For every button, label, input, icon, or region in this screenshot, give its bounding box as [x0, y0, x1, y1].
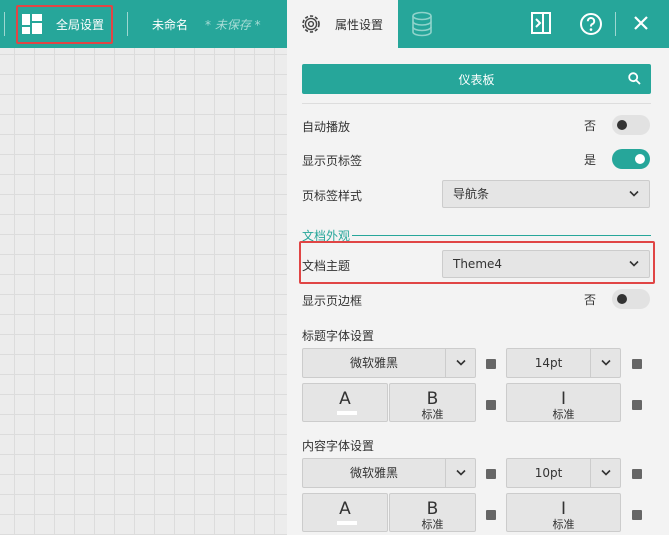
italic-state-label: 标准: [552, 408, 575, 421]
title-font-size-value: 14pt: [534, 356, 563, 370]
tab-property-settings[interactable]: 属性设置: [287, 0, 398, 48]
title-font-color-button[interactable]: A: [302, 383, 388, 422]
title-font-size-marker[interactable]: [632, 359, 642, 369]
content-font-family-value: 微软雅黑: [349, 466, 398, 480]
tab-property-settings-label: 属性设置: [335, 17, 384, 32]
database-icon: [412, 11, 432, 37]
bold-icon: B: [426, 389, 439, 409]
divider: [302, 103, 651, 104]
auto-play-value: 否: [584, 119, 597, 133]
toggle-knob: [635, 154, 645, 164]
content-font-bold-button[interactable]: B 标准: [389, 493, 476, 532]
design-canvas[interactable]: [0, 48, 287, 535]
content-font-size-marker[interactable]: [632, 469, 642, 479]
component-title: 仪表板: [458, 72, 495, 87]
font-color-icon: A: [339, 499, 351, 519]
italic-icon: I: [560, 389, 566, 409]
content-font-family-dropdown-button[interactable]: [445, 459, 475, 487]
title-font-settings-label: 标题字体设置: [302, 329, 375, 343]
component-search-bar[interactable]: 仪表板: [302, 64, 651, 94]
content-font-family-marker[interactable]: [486, 469, 496, 479]
toggle-knob: [617, 120, 627, 130]
chevron-down-icon: [601, 469, 611, 476]
toggle-knob: [617, 294, 627, 304]
toolbar-separator: [4, 12, 5, 36]
content-font-size-dropdown-button[interactable]: [590, 459, 620, 487]
content-font-size-value: 10pt: [534, 466, 563, 480]
content-font-family-select[interactable]: 微软雅黑: [302, 458, 476, 488]
chevron-down-icon: [629, 190, 639, 197]
show-tab-labels-label: 显示页标签: [302, 154, 363, 168]
font-color-icon: A: [339, 389, 351, 409]
title-font-bold-button[interactable]: B 标准: [389, 383, 476, 422]
tab-label-style-select[interactable]: 导航条: [442, 180, 650, 208]
document-unsaved-status: * 未保存 *: [205, 18, 261, 32]
font-color-swatch: [337, 411, 357, 415]
highlight-box-doc-theme: [299, 241, 655, 284]
title-font-family-marker[interactable]: [486, 359, 496, 369]
property-panel: 仪表板 自动播放 否 显示页标签 是 页标签样式 导航条 文档外观 文档主题 T…: [287, 48, 669, 535]
help-icon[interactable]: [579, 12, 603, 36]
content-font-italic-marker[interactable]: [632, 510, 642, 520]
show-tab-labels-value: 是: [584, 153, 597, 167]
show-page-border-value: 否: [584, 293, 597, 307]
auto-play-label: 自动播放: [302, 120, 351, 134]
content-font-settings-label: 内容字体设置: [302, 439, 375, 453]
content-font-color-button[interactable]: A: [302, 493, 388, 532]
panel-toggle-icon[interactable]: [531, 12, 551, 34]
title-font-family-dropdown-button[interactable]: [445, 349, 475, 377]
show-page-border-label: 显示页边框: [302, 294, 363, 308]
title-font-italic-marker[interactable]: [632, 400, 642, 410]
chevron-down-icon: [456, 359, 466, 366]
tab-label-style-label: 页标签样式: [302, 189, 363, 203]
title-font-bold-marker[interactable]: [486, 400, 496, 410]
italic-icon: I: [560, 499, 566, 519]
title-font-size-dropdown-button[interactable]: [590, 349, 620, 377]
search-icon[interactable]: [628, 72, 641, 85]
show-page-border-toggle[interactable]: [612, 289, 650, 309]
content-font-size-select[interactable]: 10pt: [506, 458, 621, 488]
bold-icon: B: [426, 499, 439, 519]
tab-label-style-value: 导航条: [453, 187, 490, 201]
title-font-size-select[interactable]: 14pt: [506, 348, 621, 378]
bold-state-label: 标准: [421, 518, 444, 531]
content-font-italic-button[interactable]: I 标准: [506, 493, 621, 532]
content-font-bold-marker[interactable]: [486, 510, 496, 520]
title-font-family-select[interactable]: 微软雅黑: [302, 348, 476, 378]
chevron-down-icon: [601, 359, 611, 366]
bold-state-label: 标准: [421, 408, 444, 421]
italic-state-label: 标准: [552, 518, 575, 531]
chevron-down-icon: [456, 469, 466, 476]
section-divider: [352, 235, 651, 236]
toolbar-separator: [127, 12, 128, 36]
title-font-italic-button[interactable]: I 标准: [506, 383, 621, 422]
close-icon[interactable]: [633, 15, 649, 31]
highlight-box-global-settings: [16, 5, 113, 44]
gear-icon: [302, 15, 320, 33]
title-font-family-value: 微软雅黑: [349, 356, 398, 370]
tab-data-source[interactable]: [410, 11, 434, 40]
top-toolbar: 全局设置 未命名 * 未保存 * 属性设置: [0, 0, 669, 48]
font-color-swatch: [337, 521, 357, 525]
toolbar-separator: [615, 12, 616, 36]
document-name: 未命名: [152, 18, 189, 32]
show-tab-labels-toggle[interactable]: [612, 149, 650, 169]
auto-play-toggle[interactable]: [612, 115, 650, 135]
